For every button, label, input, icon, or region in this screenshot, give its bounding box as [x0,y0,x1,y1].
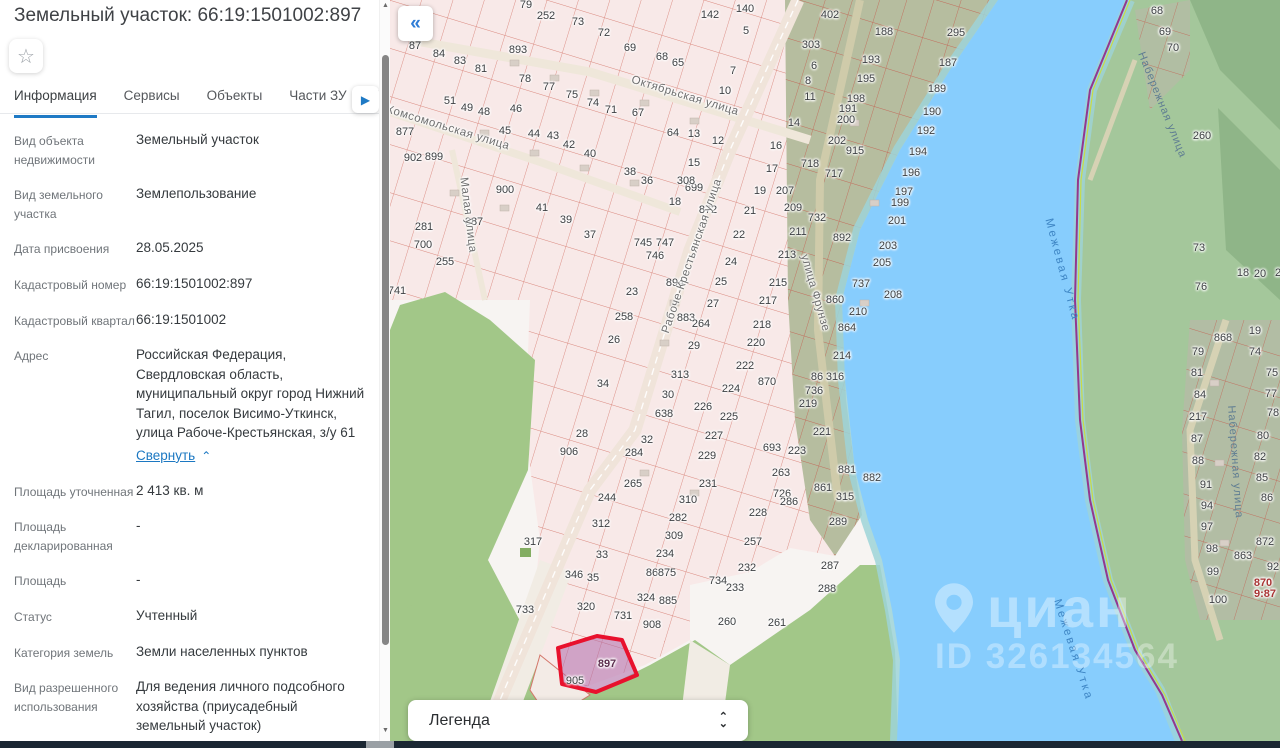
attribute-label: Вид объекта недвижимости [14,134,95,167]
map-canvas [390,0,1280,741]
scroll-up-icon[interactable]: ▲ [380,2,390,9]
tab-scroll-next-button[interactable]: ▶ [352,86,379,113]
attribute-label: Кадастровый квартал [14,313,135,328]
panel-collapse-button[interactable]: « [398,6,433,41]
attribute-row: Кадастровый квартал 66:19:1501002 [14,310,366,331]
attribute-row: Дата присвоения 28.05.2025 [14,238,366,259]
attribute-label: Адрес [14,349,49,364]
attribute-row: Кадастровый номер 66:19:1501002:897 [14,274,366,295]
attribute-value: Землепользование [136,186,257,202]
attribute-row: Площадь уточненная 2 413 кв. м [14,481,366,502]
attribute-label: Статус [14,609,52,624]
attribute-label: Площадь [14,574,67,589]
attribute-value: 2 413 кв. м [136,482,204,498]
panel-scrollbar[interactable]: ▲ ▼ [379,0,390,741]
attribute-label: Вид земельного участка [14,188,103,221]
cadastral-map-app: Земельный участок: 66:19:1501002:897 ☆ И… [0,0,1280,748]
collapse-address-link[interactable]: Свернуть [136,448,195,463]
chevron-up-icon: ⌃ [201,448,212,463]
favorite-button[interactable]: ☆ [9,39,43,73]
legend-bar[interactable]: Легенда ⌃ ⌄ [408,700,748,741]
attribute-row: Статус Учтенный [14,606,366,627]
attribute-row: Вид объекта недвижимости Земельный участо… [14,130,366,169]
scroll-down-icon[interactable]: ▼ [380,727,390,734]
attribute-row: Площадь декларированная - [14,516,366,555]
page-title: Земельный участок: 66:19:1501002:897 [14,5,362,26]
attribute-row: Вид разрешенного использования Для ведени… [14,677,366,736]
star-icon: ☆ [17,45,35,68]
attributes-list: Вид объекта недвижимости Земельный участо… [14,130,366,741]
scrollbar-thumb[interactable] [382,55,389,645]
attribute-value: 66:19:1501002:897 [136,275,253,291]
horizontal-scrollbar-thumb[interactable] [366,741,394,748]
attribute-row: Вид земельного участка Землепользование [14,184,366,223]
info-panel: Земельный участок: 66:19:1501002:897 ☆ И… [0,0,390,741]
attribute-value: 28.05.2025 [136,240,204,256]
attribute-row: Площадь - [14,570,366,591]
attribute-row: Категория земель Земли населенных пунктов [14,642,366,663]
attribute-label: Площадь уточненная [14,484,134,499]
legend-label: Легенда [429,711,490,729]
legend-expand-icon[interactable]: ⌃ ⌄ [719,711,728,729]
attribute-value: Для ведения личного подсобного хозяйства… [136,679,345,734]
attribute-label: Кадастровый номер [14,277,127,292]
chevrons-left-icon: « [410,12,421,34]
tabs-divider [0,113,379,114]
chevron-right-icon: ▶ [360,92,371,107]
attribute-label: Дата присвоения [14,242,110,257]
attribute-value: Учтенный [136,607,198,623]
horizontal-scrollbar[interactable] [0,741,1280,748]
attribute-label: Вид разрешенного использования [14,681,119,714]
attribute-row: Адрес Российская Федерация, Свердловская … [14,345,366,465]
attribute-value: - [136,572,141,588]
attribute-value: Земли населенных пунктов [136,643,308,659]
attribute-label: Площадь декларированная [14,520,113,553]
attribute-label: Категория земель [14,645,114,660]
attribute-value: - [136,518,141,534]
attribute-value: 66:19:1501002 [136,311,227,327]
attribute-value: Российская Федерация, Свердловская облас… [136,345,366,465]
attribute-value: Земельный участок [136,132,259,147]
map-area[interactable]: 87 84 83 81 893 79 252 73 72 69 68 65 142 140 5 402 303 6… [390,0,1280,741]
